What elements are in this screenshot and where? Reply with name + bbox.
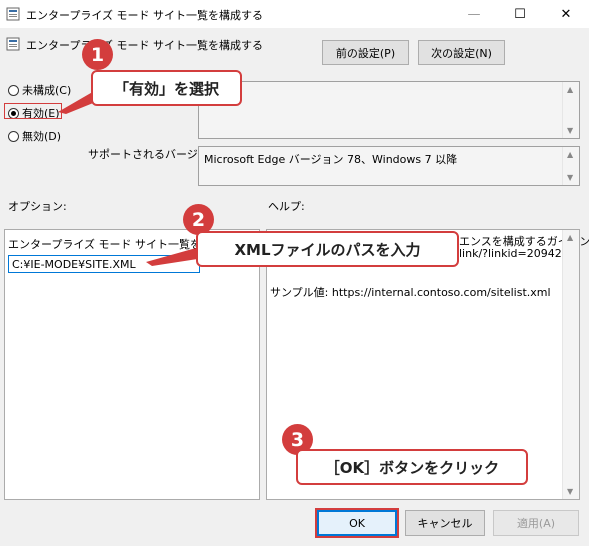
step3-callout: ［OK］ボタンをクリック bbox=[296, 449, 528, 485]
highlight-enabled bbox=[4, 103, 62, 119]
step1-badge: 1 bbox=[82, 39, 113, 70]
step2-callout: XMLファイルのパスを入力 bbox=[196, 231, 459, 267]
step1-callout: 「有効」を選択 bbox=[91, 70, 242, 106]
highlight-ok bbox=[315, 508, 399, 538]
